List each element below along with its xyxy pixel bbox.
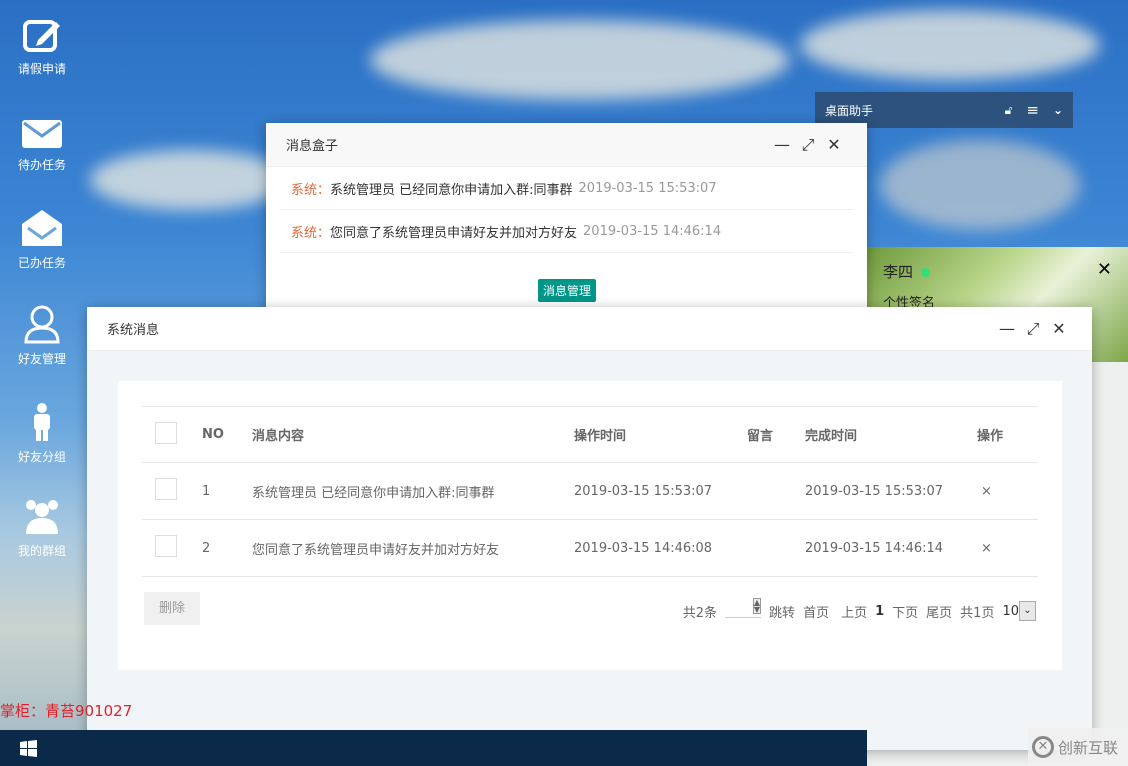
windows-start-icon[interactable] bbox=[20, 740, 37, 757]
desktop-icon-label: 请假申请 bbox=[17, 62, 66, 76]
group-icon bbox=[26, 500, 58, 534]
person-icon bbox=[34, 403, 50, 441]
watermark-logo-icon: ✕ bbox=[1032, 736, 1054, 758]
message-item: 系统： 系统管理员 已经同意你申请加入群:同事群 2019-03-15 15:53:… bbox=[280, 167, 853, 210]
maximize-icon[interactable]: ⤢ bbox=[795, 135, 821, 155]
menu-icon[interactable]: ≡ bbox=[1026, 101, 1039, 119]
cell-note bbox=[747, 462, 805, 520]
current-page: 1 bbox=[875, 603, 885, 619]
message-content: 您同意了系统管理员申请好友并加对方好友 bbox=[330, 225, 578, 241]
message-sender: 系统： bbox=[291, 182, 331, 198]
cell-op-time: 2019-03-15 15:53:07 bbox=[574, 462, 747, 520]
message-item: 系统： 您同意了系统管理员申请好友并加对方好友 2019-03-15 14:46:1… bbox=[280, 210, 853, 253]
row-checkbox[interactable] bbox=[155, 478, 177, 500]
friend-name: 李四 bbox=[883, 263, 914, 281]
cell-done-time: 2019-03-15 15:53:07 bbox=[805, 462, 977, 520]
cell-content: 您同意了系统管理员申请好友并加对方好友 bbox=[252, 519, 574, 577]
delete-row-icon[interactable]: × bbox=[981, 484, 992, 499]
delete-row-icon[interactable]: × bbox=[981, 541, 992, 556]
cell-note bbox=[747, 519, 805, 577]
edit-icon bbox=[23, 20, 60, 52]
close-icon[interactable]: ✕ bbox=[1046, 319, 1072, 339]
cell-no: 2 bbox=[202, 519, 252, 577]
desktop-icon-label: 好友分组 bbox=[17, 450, 66, 464]
minimize-icon[interactable]: — bbox=[994, 319, 1020, 339]
total-pages: 共1页 bbox=[960, 605, 995, 621]
online-status-dot bbox=[921, 268, 931, 277]
window-title: 消息盒子 bbox=[286, 139, 339, 154]
cell-no: 1 bbox=[202, 462, 252, 520]
row-checkbox[interactable] bbox=[155, 535, 177, 557]
page-size-value: 10 bbox=[1002, 603, 1019, 619]
lock-icon[interactable]: 🔓︎ bbox=[1005, 103, 1013, 118]
message-table-card: NO 消息内容 操作时间 留言 完成时间 操作 1 系统管理员 已经同意你申请加… bbox=[118, 381, 1062, 670]
chevron-down-icon[interactable]: ⌄ bbox=[1019, 601, 1036, 621]
desktop-icon-label: 已办任务 bbox=[17, 256, 66, 270]
table-row: 1 系统管理员 已经同意你申请加入群:同事群 2019-03-15 15:53:… bbox=[142, 462, 1038, 520]
message-table: NO 消息内容 操作时间 留言 完成时间 操作 1 系统管理员 已经同意你申请加… bbox=[142, 406, 1038, 577]
jump-button[interactable]: 跳转 bbox=[769, 602, 795, 621]
column-header: 操作时间 bbox=[574, 406, 747, 463]
last-page-link[interactable]: 尾页 bbox=[926, 602, 952, 621]
next-page-link[interactable]: 下页 bbox=[892, 602, 918, 621]
close-icon[interactable]: ✕ bbox=[1097, 259, 1112, 280]
desktop-icon-label: 我的群组 bbox=[17, 544, 66, 558]
mail-open-icon bbox=[22, 210, 62, 246]
message-time: 2019-03-15 15:53:07 bbox=[578, 180, 717, 196]
window-title: 系统消息 bbox=[107, 323, 160, 338]
watermark-text: 创新互联 bbox=[1058, 738, 1119, 757]
total-count: 共2条 bbox=[682, 605, 718, 621]
table-header: NO 消息内容 操作时间 留言 完成时间 操作 bbox=[142, 406, 1038, 463]
desktop-icon-todo[interactable]: 待办任务 bbox=[10, 118, 74, 173]
message-manage-button[interactable]: 消息管理 bbox=[538, 279, 597, 302]
desktop-icon-leave[interactable]: 请假申请 bbox=[10, 18, 74, 77]
taskbar bbox=[0, 730, 867, 766]
minimize-icon[interactable]: — bbox=[769, 135, 795, 155]
desktop-icon-friend-groups[interactable]: 好友分组 bbox=[10, 402, 74, 465]
mail-icon bbox=[22, 120, 62, 148]
message-time: 2019-03-15 14:46:14 bbox=[583, 223, 722, 239]
maximize-icon[interactable]: ⤢ bbox=[1020, 319, 1046, 339]
pagination: 共2条 ▲ ▼ 跳转 首页 上页 1 下页 尾页 共1页 10 ⌄ bbox=[682, 598, 1036, 621]
column-header: 留言 bbox=[747, 406, 805, 463]
column-header: 完成时间 bbox=[805, 406, 977, 463]
system-message-window: 系统消息 — ⤢ ✕ NO 消息内容 操作时间 留言 完成时间 操作 1 系统管理员… bbox=[87, 307, 1092, 750]
desktop-icon-done[interactable]: 已办任务 bbox=[10, 208, 74, 271]
delete-button[interactable]: 删除 bbox=[144, 592, 200, 625]
prev-page-link[interactable]: 上页 bbox=[841, 602, 867, 621]
desktop-icon-friends[interactable]: 好友管理 bbox=[10, 304, 74, 367]
close-icon[interactable]: ✕ bbox=[821, 135, 847, 155]
column-header: NO bbox=[202, 406, 252, 463]
cell-content: 系统管理员 已经同意你申请加入群:同事群 bbox=[252, 462, 574, 520]
select-all-checkbox[interactable] bbox=[155, 421, 177, 444]
message-box-window: 消息盒子 — ⤢ ✕ 系统： 系统管理员 已经同意你申请加入群:同事群 2019-03-… bbox=[266, 123, 867, 323]
cell-op-time: 2019-03-15 14:46:08 bbox=[574, 519, 747, 577]
watermark: ✕ 创新互联 bbox=[1028, 728, 1128, 766]
first-page-link[interactable]: 首页 bbox=[803, 602, 829, 621]
desktop-icon-label: 好友管理 bbox=[17, 352, 66, 366]
cell-done-time: 2019-03-15 14:46:14 bbox=[805, 519, 977, 577]
column-header: 消息内容 bbox=[252, 406, 574, 463]
desktop-icon-my-groups[interactable]: 我的群组 bbox=[10, 496, 74, 559]
user-icon bbox=[24, 305, 60, 344]
message-sender: 系统： bbox=[291, 225, 331, 241]
assistant-title: 桌面助手 bbox=[825, 103, 874, 118]
table-row: 2 您同意了系统管理员申请好友并加对方好友 2019-03-15 14:46:0… bbox=[142, 519, 1038, 577]
shopkeeper-label: 掌柜：青苔901027 bbox=[0, 702, 133, 720]
jump-page-input[interactable]: ▲ ▼ bbox=[725, 598, 762, 618]
message-content: 系统管理员 已经同意你申请加入群:同事群 bbox=[330, 182, 573, 198]
chevron-down-icon[interactable]: ⌄ bbox=[1053, 103, 1063, 117]
spinner-icon[interactable]: ▲ ▼ bbox=[752, 598, 762, 614]
column-header: 操作 bbox=[977, 406, 1038, 463]
page-size-select[interactable]: 10 ⌄ bbox=[1002, 601, 1036, 621]
desktop-icon-label: 待办任务 bbox=[17, 158, 66, 172]
